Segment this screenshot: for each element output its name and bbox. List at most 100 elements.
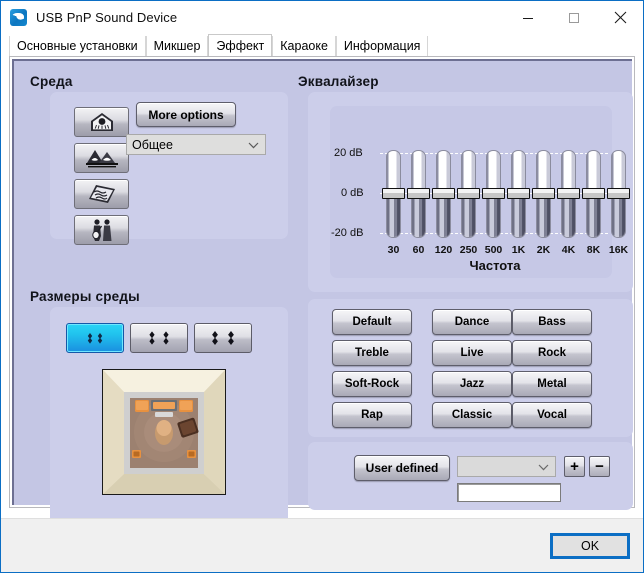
bathroom-icon-button[interactable] — [74, 107, 129, 137]
eq-slider-thumb[interactable] — [507, 188, 530, 199]
tab-label: Основные установки — [17, 39, 138, 53]
eq-y-label-mid: 0 dB — [341, 187, 364, 199]
carpeted-hallway-icon — [88, 185, 115, 203]
effect-sheet: Среда More options Общее Размеры среды Э… — [12, 59, 633, 549]
eq-slider-120[interactable] — [432, 150, 455, 238]
close-icon[interactable] — [597, 1, 643, 34]
add-preset-button[interactable]: + — [564, 456, 585, 477]
preset-vocal-button[interactable]: Vocal — [512, 402, 592, 428]
preset-soft-rock-button[interactable]: Soft-Rock — [332, 371, 412, 397]
eq-x-axis-title: Частота — [469, 258, 521, 273]
eq-slider-4K[interactable] — [557, 150, 580, 238]
eq-slider-thumb[interactable] — [557, 188, 580, 199]
cave-icon-button[interactable] — [74, 143, 129, 173]
app-icon — [10, 9, 27, 26]
tab-strip: Основные установки Микшер Эффект Караоке… — [1, 34, 643, 56]
eq-slider-thumb[interactable] — [457, 188, 480, 199]
preset-label: Metal — [537, 378, 567, 390]
tab-karaoke[interactable]: Караоке — [272, 36, 336, 56]
maximize-icon[interactable] — [551, 1, 597, 34]
equalizer-panel: 20 dB 0 dB -20 dB 30 60 120 250 500 1K 2… — [308, 92, 633, 292]
room-preview-svg — [103, 370, 225, 494]
eq-slider-thumb[interactable] — [582, 188, 605, 199]
preset-label: Live — [460, 347, 484, 359]
eq-freq-label: 16K — [608, 244, 629, 256]
eq-slider-30[interactable] — [382, 150, 405, 238]
title-bar: USB PnP Sound Device — [1, 1, 643, 34]
tab-label: Микшер — [153, 39, 201, 53]
eq-slider-thumb[interactable] — [532, 188, 555, 199]
room-size-small-icon — [87, 333, 103, 344]
preset-label: Classic — [451, 409, 493, 421]
user-preset-select[interactable] — [457, 456, 556, 477]
tab-mixer[interactable]: Микшер — [145, 36, 209, 56]
preset-rap-button[interactable]: Rap — [332, 402, 412, 428]
ok-button[interactable]: OK — [550, 533, 630, 559]
effect-page: Среда More options Общее Размеры среды Э… — [9, 56, 635, 549]
eq-slider-250[interactable] — [457, 150, 480, 238]
eq-slider-thumb[interactable] — [607, 188, 630, 199]
preset-jazz-button[interactable]: Jazz — [432, 371, 512, 397]
preset-metal-button[interactable]: Metal — [512, 371, 592, 397]
concert-icon — [91, 219, 111, 241]
room-preview-image — [102, 369, 226, 495]
environment-preset-value: Общее — [132, 137, 173, 152]
preset-label: Rock — [537, 347, 567, 359]
room-size-small-button[interactable] — [66, 323, 124, 353]
tab-main-settings[interactable]: Основные установки — [9, 36, 146, 56]
dialog-footer: OK — [1, 518, 643, 572]
preset-label: Dance — [454, 316, 490, 328]
eq-slider-2K[interactable] — [532, 150, 555, 238]
preset-label: Soft-Rock — [344, 378, 400, 390]
preset-label: Treble — [355, 347, 389, 359]
eq-slider-1K[interactable] — [507, 150, 530, 238]
room-size-large-icon — [212, 331, 234, 345]
preset-bass-button[interactable]: Bass — [512, 309, 592, 335]
environment-panel: More options Общее — [50, 92, 288, 245]
eq-slider-thumb[interactable] — [482, 188, 505, 199]
room-size-heading: Размеры среды — [30, 289, 140, 304]
room-size-large-button[interactable] — [194, 323, 252, 353]
preset-treble-button[interactable]: Treble — [332, 340, 412, 366]
user-defined-button[interactable]: User defined — [354, 455, 450, 481]
carpeted-hallway-icon-button[interactable] — [74, 179, 129, 209]
room-size-medium-button[interactable] — [130, 323, 188, 353]
preset-label: Bass — [538, 316, 566, 328]
more-options-label: More options — [148, 107, 224, 122]
preset-rock-button[interactable]: Rock — [512, 340, 592, 366]
tab-label: Эффект — [216, 38, 265, 53]
tab-information[interactable]: Информация — [335, 36, 429, 56]
tab-content-effect: Среда More options Общее Размеры среды Э… — [1, 56, 643, 549]
eq-y-label-bottom: -20 dB — [331, 227, 364, 239]
eq-slider-thumb[interactable] — [382, 188, 405, 199]
minimize-icon[interactable] — [505, 1, 551, 34]
main-window: USB PnP Sound Device Основные установки … — [0, 0, 644, 573]
cave-icon — [85, 150, 118, 168]
eq-slider-thumb[interactable] — [432, 188, 455, 199]
more-options-button[interactable]: More options — [136, 102, 236, 127]
preset-live-button[interactable]: Live — [432, 340, 512, 366]
eq-slider-8K[interactable] — [582, 150, 605, 238]
preset-default-button[interactable]: Default — [332, 309, 412, 335]
preset-label: Rap — [361, 409, 383, 421]
remove-preset-button[interactable]: − — [589, 456, 610, 477]
room-size-medium-icon — [149, 331, 169, 345]
environment-heading: Среда — [30, 74, 73, 89]
equalizer-heading: Эквалайзер — [298, 74, 379, 89]
preset-dance-button[interactable]: Dance — [432, 309, 512, 335]
eq-slider-thumb[interactable] — [407, 188, 430, 199]
concert-icon-button[interactable] — [74, 215, 129, 245]
window-controls — [505, 1, 643, 34]
room-size-panel — [50, 307, 288, 549]
environment-preset-select[interactable]: Общее — [126, 134, 266, 155]
user-preset-name-input[interactable] — [457, 483, 561, 502]
tab-effect[interactable]: Эффект — [208, 34, 273, 56]
minus-icon: − — [595, 458, 604, 475]
eq-slider-500[interactable] — [482, 150, 505, 238]
user-defined-label: User defined — [365, 461, 439, 475]
eq-slider-16K[interactable] — [607, 150, 630, 238]
equalizer-plot: 20 dB 0 dB -20 dB 30 60 120 250 500 1K 2… — [330, 106, 630, 278]
chevron-down-icon — [248, 138, 259, 152]
preset-classic-button[interactable]: Classic — [432, 402, 512, 428]
eq-slider-60[interactable] — [407, 150, 430, 238]
